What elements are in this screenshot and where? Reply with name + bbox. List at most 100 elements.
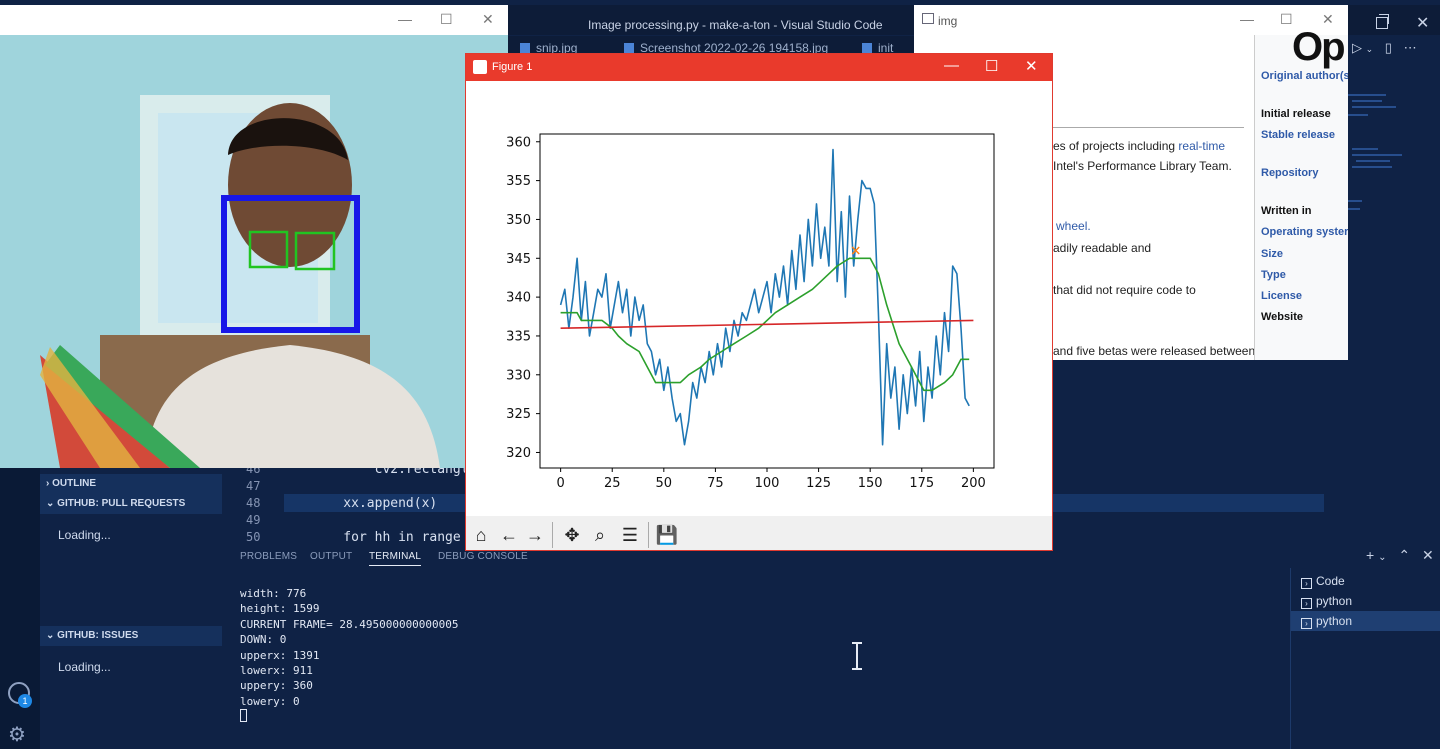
y-tick-label: 345 xyxy=(506,252,531,267)
issues-section[interactable]: ⌄ GITHUB: ISSUES xyxy=(40,626,222,646)
infobox-written-in: Written in xyxy=(1261,205,1312,217)
close-panel-icon[interactable]: ✕ xyxy=(1422,547,1434,563)
chevron-down-icon[interactable]: ⌄ xyxy=(1366,44,1374,54)
maximize-icon[interactable]: ☐ xyxy=(1280,11,1293,28)
webcam-window: — ☐ ✕ xyxy=(0,5,508,468)
gear-icon[interactable]: ⚙ xyxy=(8,722,26,747)
python-file-icon xyxy=(862,43,872,53)
minimize-icon[interactable]: — xyxy=(1240,11,1254,27)
issues-loading: Loading... xyxy=(58,660,111,674)
article-line: es of projects including real-time xyxy=(1053,139,1225,153)
forward-icon[interactable]: → xyxy=(523,523,547,547)
infobox-stable-release[interactable]: Stable release xyxy=(1261,129,1335,141)
infobox-repository[interactable]: Repository xyxy=(1261,167,1318,179)
minimize-icon[interactable]: — xyxy=(398,11,412,27)
terminal-line: lowerx: 911 xyxy=(240,664,313,678)
tab-problems[interactable]: PROBLEMS xyxy=(240,551,297,562)
terminal-item-code[interactable]: › Code xyxy=(1291,571,1440,591)
x-tick-label: 50 xyxy=(656,476,673,491)
y-tick-label: 335 xyxy=(506,329,531,344)
close-icon[interactable]: ✕ xyxy=(1025,57,1038,75)
terminal-item-label: python xyxy=(1316,614,1353,628)
tab-output[interactable]: OUTPUT xyxy=(310,551,352,562)
zoom-icon[interactable]: ⌕ xyxy=(588,523,612,547)
y-tick-label: 355 xyxy=(506,174,531,189)
y-tick-label: 340 xyxy=(506,291,531,306)
x-tick-label: 0 xyxy=(556,476,564,491)
infobox: Original author(s Initial release Stable… xyxy=(1254,35,1348,360)
save-icon[interactable]: 💾 xyxy=(655,523,679,547)
y-tick-label: 330 xyxy=(506,368,531,383)
divider xyxy=(1052,127,1244,128)
x-tick-label: 125 xyxy=(806,476,831,491)
section-title: GITHUB: PULL REQUESTS xyxy=(57,498,186,509)
toolbar-divider xyxy=(552,522,553,548)
line-number: 49 xyxy=(246,513,261,527)
outline-section[interactable]: › OUTLINE xyxy=(40,474,222,494)
infobox-license[interactable]: License xyxy=(1261,290,1302,302)
new-terminal-icon[interactable]: + xyxy=(1366,547,1374,563)
maximize-icon[interactable]: ☐ xyxy=(985,57,998,75)
figure-titlebar: Figure 1 — ☐ ✕ xyxy=(466,54,1052,81)
webcam-titlebar: — ☐ ✕ xyxy=(0,5,508,35)
terminal-line: width: 776 xyxy=(240,587,307,600)
code-line: xx.append(x) xyxy=(312,496,438,511)
close-icon[interactable]: ✕ xyxy=(482,11,494,28)
section-title: GITHUB: ISSUES xyxy=(57,630,139,641)
terminal-line: uppery: 360 xyxy=(240,679,313,693)
code-line: cv2.rectangle( xyxy=(312,468,485,477)
pull-requests-section[interactable]: ⌄ GITHUB: PULL REQUESTS xyxy=(40,494,222,514)
series-line-0 xyxy=(559,148,970,446)
matplotlib-icon xyxy=(473,60,487,74)
img-titlebar: img — ☐ ✕ xyxy=(914,5,1348,35)
x-tick-label: 175 xyxy=(909,476,934,491)
infobox-size[interactable]: Size xyxy=(1261,248,1283,260)
terminal-item-python[interactable]: › python xyxy=(1291,591,1440,611)
infobox-original-author[interactable]: Original author(s xyxy=(1261,70,1348,82)
minimap[interactable] xyxy=(1348,90,1410,220)
more-actions-icon[interactable]: ⋯ xyxy=(1404,40,1417,55)
article-link[interactable]: wheel. xyxy=(1056,219,1091,233)
run-icon[interactable]: ▷ xyxy=(1352,40,1362,55)
y-tick-label: 325 xyxy=(506,407,531,422)
article-link[interactable]: real-time xyxy=(1178,139,1225,153)
x-tick-label: 200 xyxy=(961,476,986,491)
maximize-panel-icon[interactable]: ⌃ xyxy=(1398,547,1410,563)
text-cursor-icon xyxy=(852,642,862,670)
line-number: 47 xyxy=(246,479,261,493)
configure-icon[interactable]: ☰ xyxy=(618,523,642,547)
close-icon[interactable]: ✕ xyxy=(1416,13,1429,33)
figure-window: Figure 1 — ☐ ✕ 0 25 50 75 100 125 150 175 200 320… xyxy=(465,53,1053,551)
editor-actions: ▷ ⌄ ▯ ⋯ xyxy=(1352,40,1417,56)
tab-debug-console[interactable]: DEBUG CONSOLE xyxy=(438,551,528,562)
chevron-down-icon[interactable]: ⌄ xyxy=(1378,552,1386,563)
tab-terminal[interactable]: TERMINAL xyxy=(369,551,422,566)
desktop: Image processing.py - make-a-ton - Visua… xyxy=(0,0,1440,749)
restore-icon[interactable] xyxy=(1376,14,1389,29)
line-chart: 0 25 50 75 100 125 150 175 200 320 325 330 335 340 345… xyxy=(506,133,995,491)
pan-icon[interactable]: ✥ xyxy=(560,523,584,547)
back-icon[interactable]: ← xyxy=(497,523,521,547)
webcam-frame xyxy=(0,35,508,468)
home-icon[interactable]: ⌂ xyxy=(469,523,493,547)
minimize-icon[interactable]: — xyxy=(944,57,959,74)
section-title: OUTLINE xyxy=(52,478,96,489)
terminal-output[interactable]: width: 776 height: 1599 CURRENT FRAME= 2… xyxy=(240,586,459,725)
maximize-icon[interactable]: ☐ xyxy=(440,11,453,28)
infobox-type[interactable]: Type xyxy=(1261,269,1286,281)
pull-requests-loading: Loading... xyxy=(58,528,111,542)
split-editor-icon[interactable]: ▯ xyxy=(1385,40,1392,55)
x-tick-label: 100 xyxy=(755,476,780,491)
article-line: Intel's Performance Library Team. xyxy=(1053,159,1232,173)
terminal-item-label: python xyxy=(1316,594,1353,608)
terminal-line: CURRENT FRAME= 28.495000000000005 xyxy=(240,617,459,631)
image-file-icon xyxy=(624,43,634,53)
terminal-icon: › xyxy=(1301,618,1312,629)
terminal-item-label: Code xyxy=(1316,574,1345,588)
line-number: 46 xyxy=(246,468,261,476)
infobox-operating-system[interactable]: Operating syster xyxy=(1261,226,1348,238)
terminal-item-python-active[interactable]: › python xyxy=(1291,611,1440,631)
bottom-panel: PROBLEMS OUTPUT TERMINAL DEBUG CONSOLE +… xyxy=(222,544,1440,749)
notification-badge: 1 xyxy=(18,694,32,708)
img-window-title: img xyxy=(938,14,958,28)
